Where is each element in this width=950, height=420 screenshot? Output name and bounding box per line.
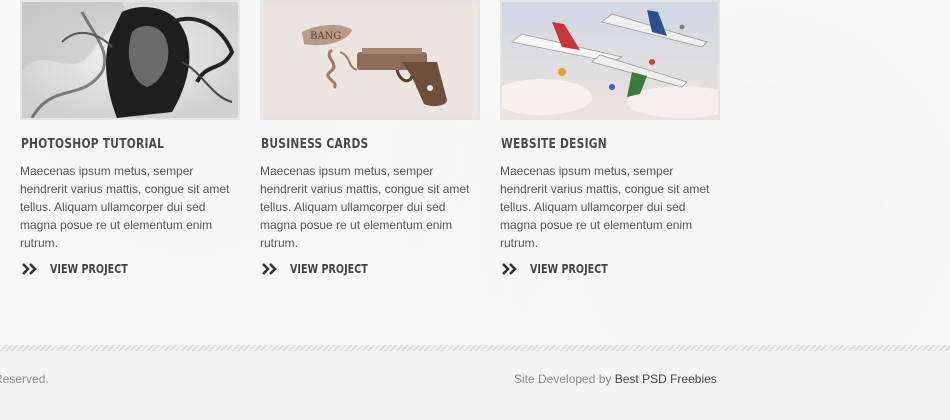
smoke-portrait-image: [22, 2, 238, 118]
portfolio-thumbnail[interactable]: BANG: [260, 0, 480, 120]
view-project-label: VIEW PROJECT: [530, 262, 608, 276]
portfolio-description: Maecenas ipsum metus, semper hendrerit v…: [500, 164, 710, 250]
double-chevron-right-icon: [502, 263, 517, 275]
site-credit: Site Developed by Best PSD Freebies: [514, 372, 717, 386]
portfolio-section: PHOTOSHOP TUTORIAL Maecenas ipsum metus,…: [0, 0, 950, 345]
portfolio-item: PHOTOSHOP TUTORIAL Maecenas ipsum metus,…: [20, 0, 240, 278]
portfolio-thumbnail[interactable]: [20, 0, 240, 120]
portfolio-item: BANG BUSINESS CARDS Maecenas ipsum metus…: [260, 0, 480, 278]
view-project-link[interactable]: VIEW PROJECT: [22, 260, 240, 278]
view-project-link[interactable]: VIEW PROJECT: [262, 260, 480, 278]
portfolio-description: Maecenas ipsum metus, semper hendrerit v…: [260, 164, 470, 250]
view-project-label: VIEW PROJECT: [290, 262, 368, 276]
double-chevron-right-icon: [262, 263, 277, 275]
bang-text: BANG: [310, 31, 341, 42]
footer: ghts Reserved. Site Developed by Best PS…: [0, 351, 950, 420]
portfolio-item: WEBSITE DESIGN Maecenas ipsum metus, sem…: [500, 0, 720, 278]
credit-link[interactable]: Best PSD Freebies: [615, 372, 717, 386]
view-project-label: VIEW PROJECT: [50, 262, 128, 276]
portfolio-title: PHOTOSHOP TUTORIAL: [21, 137, 165, 152]
portfolio-description: Maecenas ipsum metus, semper hendrerit v…: [20, 164, 230, 250]
double-chevron-right-icon: [22, 263, 37, 275]
airplanes-collage-image: [502, 2, 718, 118]
portfolio-title: WEBSITE DESIGN: [501, 137, 607, 152]
view-project-link[interactable]: VIEW PROJECT: [502, 260, 720, 278]
portfolio-title: BUSINESS CARDS: [261, 137, 369, 152]
credit-prefix: Site Developed by: [514, 372, 612, 386]
copyright-text: ghts Reserved.: [0, 372, 49, 386]
portfolio-thumbnail[interactable]: [500, 0, 720, 120]
pistol-bang-image: BANG: [262, 2, 478, 118]
